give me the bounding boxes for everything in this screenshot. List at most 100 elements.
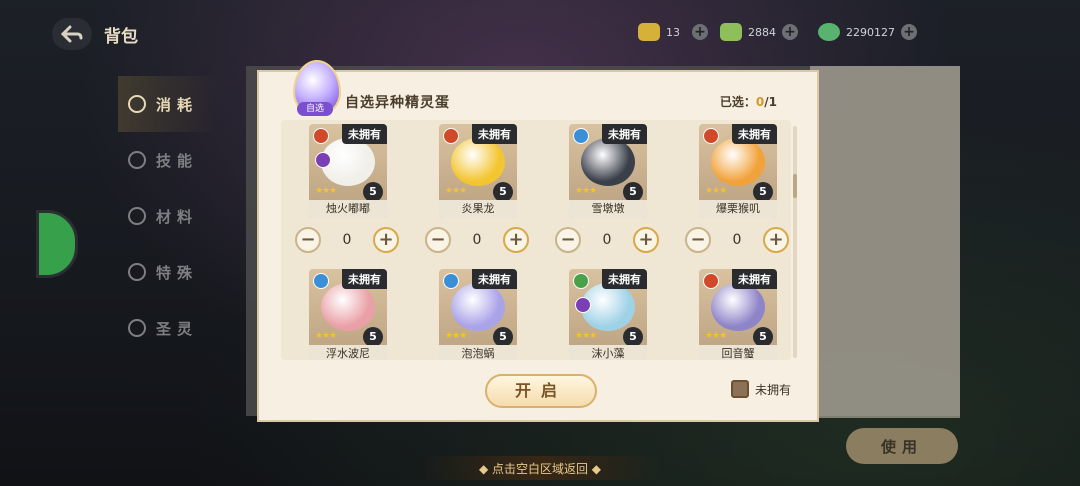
star-rating: ★★★ — [575, 186, 597, 196]
star-rating: ★★★ — [705, 331, 727, 341]
secondary-element-icon — [315, 152, 331, 168]
star-rating: ★★★ — [315, 331, 337, 341]
unowned-badge: 未拥有 — [602, 269, 647, 289]
consume-icon — [128, 95, 146, 113]
sidebar-item-special[interactable]: 特殊 — [118, 244, 218, 300]
pet-portrait — [321, 283, 375, 331]
element-icon — [573, 273, 589, 289]
pet-name: 炎果龙 — [439, 200, 517, 218]
resource-gold: 13 + — [638, 20, 708, 44]
pet-card[interactable]: 未拥有 ★★★ 5 雪墩墩 — [569, 124, 647, 218]
resource-gem: 2290127 + — [818, 20, 917, 44]
pet-card[interactable]: 未拥有 ★★★ 5 回音蟹 — [699, 269, 777, 360]
pet-name: 泡泡蜗 — [439, 345, 517, 360]
selected-label: 已选： — [719, 95, 756, 109]
pet-card[interactable]: 未拥有 ★★★ 5 泡泡蜗 — [439, 269, 517, 360]
decrease-button[interactable]: − — [685, 227, 711, 253]
unowned-label: 未拥有 — [755, 382, 792, 397]
pet-level: 5 — [363, 327, 383, 347]
pet-grid[interactable]: 未拥有 ★★★ 5 烛火嘟嘟 −0 + 未拥有 ★★★ 5 炎果龙 −0 + 未拥有 ★★★ 5 雪墩墩 −0 +… — [281, 120, 791, 360]
resource-banknote: 2884 + — [720, 20, 798, 44]
element-icon — [573, 128, 589, 144]
pet-name: 浮水波尼 — [309, 345, 387, 360]
pet-level: 5 — [493, 327, 513, 347]
element-icon — [313, 273, 329, 289]
pet-card[interactable]: 未拥有 ★★★ 5 浮水波尼 — [309, 269, 387, 360]
pet-level: 5 — [493, 182, 513, 202]
quantity-value: 0 — [472, 232, 482, 248]
modal-header: 自选 自选异种精灵蛋 已选：0/1 — [259, 60, 817, 120]
item-detail-card — [810, 66, 960, 418]
sidebar-item-label: 技能 — [156, 151, 199, 170]
element-icon — [703, 128, 719, 144]
element-icon — [703, 273, 719, 289]
pet-portrait — [451, 138, 505, 186]
decrease-button[interactable]: − — [425, 227, 451, 253]
unowned-badge: 未拥有 — [602, 124, 647, 144]
decrease-button[interactable]: − — [295, 227, 321, 253]
add-gem-button[interactable]: + — [901, 24, 917, 40]
unowned-checkbox[interactable] — [731, 380, 749, 398]
add-gold-button[interactable]: + — [692, 24, 708, 40]
quantity-stepper: − 0 + — [555, 226, 659, 254]
star-rating: ★★★ — [315, 186, 337, 196]
pet-level: 5 — [623, 327, 643, 347]
open-button[interactable]: 开启 — [485, 374, 597, 408]
sidebar-item-material[interactable]: 材料 — [118, 188, 218, 244]
egg-select-modal: 自选 自选异种精灵蛋 已选：0/1 未拥有 ★★★ 5 烛火嘟嘟 −0 + 未拥有 ★★★ 5 炎… — [257, 60, 819, 422]
increase-button[interactable]: + — [372, 227, 399, 253]
pet-portrait — [711, 138, 765, 186]
selected-counter: 已选：0/1 — [720, 93, 777, 110]
add-banknote-button[interactable]: + — [782, 24, 798, 40]
use-button[interactable]: 使用 — [846, 428, 958, 464]
secondary-element-icon — [575, 297, 591, 313]
unowned-badge: 未拥有 — [342, 269, 387, 289]
pet-card[interactable]: 未拥有 ★★★ 5 爆栗猴叽 — [699, 124, 777, 218]
material-icon — [128, 207, 146, 225]
unowned-badge: 未拥有 — [342, 124, 387, 144]
decrease-button[interactable]: − — [555, 227, 581, 253]
pet-level: 5 — [623, 182, 643, 202]
banknote-icon — [720, 23, 742, 41]
star-rating: ★★★ — [575, 331, 597, 341]
modal-title: 自选异种精灵蛋 — [345, 95, 450, 111]
increase-button[interactable]: + — [632, 227, 659, 253]
sidebar-item-consume[interactable]: 消耗 — [118, 76, 218, 132]
star-rating: ★★★ — [445, 186, 467, 196]
quantity-value: 0 — [342, 232, 352, 248]
sidebar-item-skill[interactable]: 技能 — [118, 132, 218, 188]
back-arrow-icon — [61, 25, 83, 43]
increase-button[interactable]: + — [502, 227, 529, 253]
gem-value: 2290127 — [846, 25, 895, 39]
pet-card[interactable]: 未拥有 ★★★ 5 烛火嘟嘟 — [309, 124, 387, 218]
element-icon — [443, 273, 459, 289]
scrollbar-track[interactable] — [793, 126, 797, 358]
selected-count: 0 — [755, 95, 765, 109]
pet-level: 5 — [753, 327, 773, 347]
pet-portrait — [711, 283, 765, 331]
skill-icon — [128, 151, 146, 169]
star-rating: ★★★ — [445, 331, 467, 341]
quantity-value: 0 — [732, 232, 742, 248]
top-bar: 背包 13 + 2884 + 2290127 + — [0, 0, 1080, 60]
quantity-value: 0 — [602, 232, 612, 248]
sidebar-item-label: 消耗 — [156, 95, 199, 114]
sidebar-item-holy[interactable]: 圣灵 — [118, 300, 218, 356]
unowned-filter[interactable]: 未拥有 — [731, 380, 791, 398]
pet-card[interactable]: 未拥有 ★★★ 5 沫小藻 — [569, 269, 647, 360]
star-rating: ★★★ — [705, 186, 727, 196]
scrollbar-thumb[interactable] — [793, 174, 797, 198]
sidebar: 消耗 技能 材料 特殊 圣灵 — [118, 76, 218, 356]
pet-portrait — [451, 283, 505, 331]
back-button[interactable] — [52, 18, 92, 50]
pet-name: 烛火嘟嘟 — [309, 200, 387, 218]
tap-blank-hint[interactable]: ◆ 点击空白区域返回 ◆ — [420, 456, 660, 480]
pet-name: 爆栗猴叽 — [699, 200, 777, 218]
special-icon — [128, 263, 146, 281]
page-title: 背包 — [104, 27, 138, 47]
quantity-stepper: − 0 + — [685, 226, 789, 254]
egg-tag: 自选 — [297, 102, 333, 116]
increase-button[interactable]: + — [762, 227, 789, 253]
banknote-value: 2884 — [748, 25, 776, 39]
pet-card[interactable]: 未拥有 ★★★ 5 炎果龙 — [439, 124, 517, 218]
